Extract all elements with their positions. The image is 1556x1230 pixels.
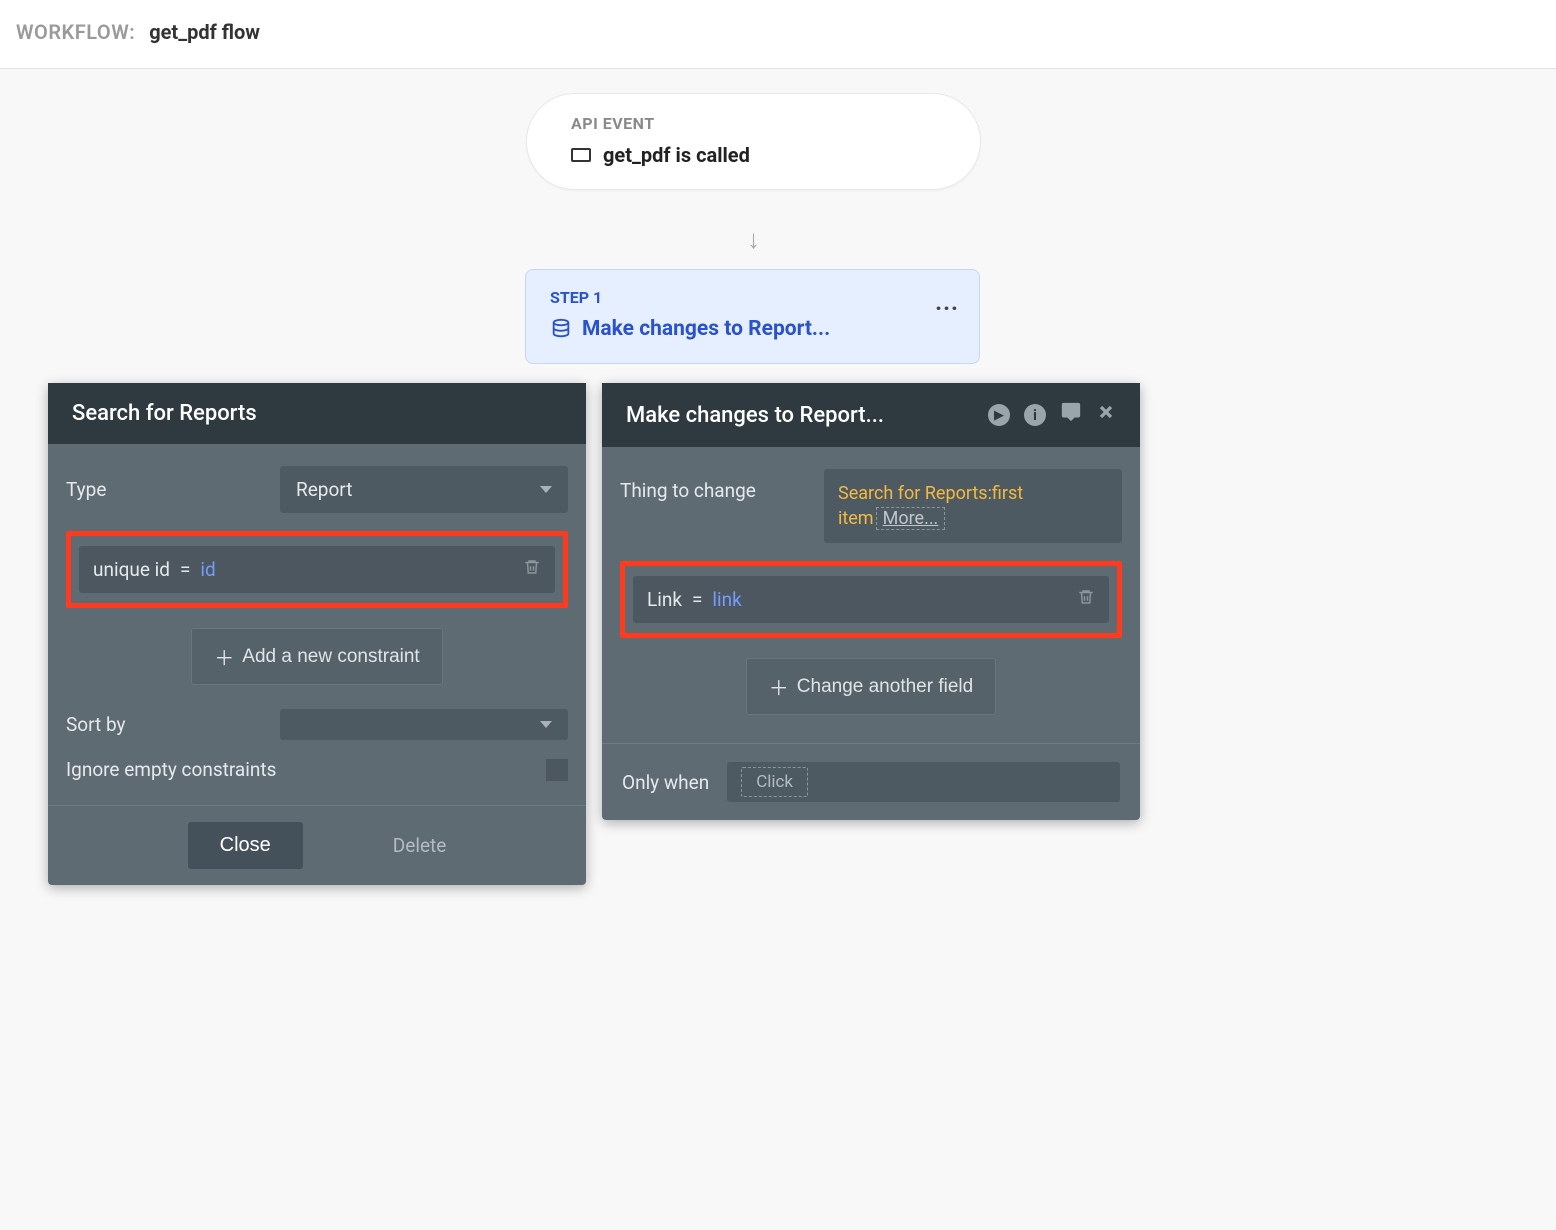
click-chip[interactable]: Click <box>741 767 808 797</box>
make-changes-panel: Make changes to Report... ▶ i Thing to c… <box>602 383 1140 820</box>
close-icon[interactable] <box>1096 402 1116 428</box>
field-row[interactable]: Link = link <box>633 576 1109 623</box>
constraint-row[interactable]: unique id = id <box>79 546 555 593</box>
step-menu-button[interactable]: ... <box>935 288 959 316</box>
ignore-empty-checkbox[interactable] <box>546 759 568 781</box>
add-constraint-button[interactable]: ＋ Add a new constraint <box>191 628 442 685</box>
delete-button[interactable]: Delete <box>393 834 447 857</box>
constraint-operator: = <box>180 558 190 581</box>
ignore-empty-label: Ignore empty constraints <box>66 758 276 781</box>
workflow-title[interactable]: get_pdf flow <box>149 20 260 44</box>
database-icon <box>550 318 572 340</box>
api-icon <box>571 148 591 162</box>
panel-title: Make changes to Report... <box>626 403 884 428</box>
type-value: Report <box>296 478 352 501</box>
change-another-label: Change another field <box>797 676 973 698</box>
arrow-down-icon: ↓ <box>747 224 760 255</box>
only-when-input[interactable]: Click <box>727 762 1120 802</box>
sort-by-label: Sort by <box>66 713 266 736</box>
api-event-node[interactable]: API EVENT get_pdf is called <box>526 93 981 190</box>
step-title: Make changes to Report... <box>582 317 830 341</box>
more-chip[interactable]: More... <box>876 507 946 530</box>
field-key: Link <box>647 588 682 611</box>
panel-title: Search for Reports <box>72 401 257 426</box>
search-reports-panel: Search for Reports Type Report unique id… <box>48 383 586 885</box>
type-select[interactable]: Report <box>280 466 568 513</box>
thing-to-change-value[interactable]: Search for Reports:first itemMore... <box>824 469 1122 543</box>
close-button[interactable]: Close <box>188 822 303 869</box>
only-when-row: Only when Click <box>602 743 1140 820</box>
trash-icon[interactable] <box>523 557 541 582</box>
trash-icon[interactable] <box>1077 587 1095 612</box>
step-number-label: STEP 1 <box>550 288 955 307</box>
field-highlight: Link = link <box>620 561 1122 638</box>
info-icon[interactable]: i <box>1024 404 1046 426</box>
step-1-node[interactable]: STEP 1 Make changes to Report... ... <box>525 269 980 364</box>
comment-icon[interactable] <box>1060 401 1082 429</box>
field-operator: = <box>692 588 702 611</box>
plus-icon: ＋ <box>769 672 789 701</box>
panel-header: Make changes to Report... ▶ i <box>602 383 1140 447</box>
play-icon[interactable]: ▶ <box>988 404 1010 426</box>
plus-icon: ＋ <box>214 642 234 671</box>
event-text: get_pdf is called <box>603 143 750 167</box>
add-constraint-label: Add a new constraint <box>242 646 419 668</box>
sort-by-select[interactable] <box>280 709 568 740</box>
constraint-value: id <box>200 558 215 581</box>
event-type-label: API EVENT <box>571 114 936 133</box>
change-another-field-button[interactable]: ＋ Change another field <box>746 658 996 715</box>
thing-to-change-label: Thing to change <box>620 469 810 502</box>
only-when-label: Only when <box>622 771 709 794</box>
caret-down-icon <box>540 486 552 493</box>
constraint-key: unique id <box>93 558 170 581</box>
workflow-label: WORKFLOW: <box>16 20 135 44</box>
workflow-canvas: API EVENT get_pdf is called ↓ STEP 1 Mak… <box>0 69 1556 1227</box>
type-label: Type <box>66 478 266 501</box>
workflow-header: WORKFLOW: get_pdf flow <box>0 0 1556 69</box>
field-value: link <box>712 588 741 611</box>
panel-header: Search for Reports <box>48 383 586 444</box>
caret-down-icon <box>540 721 552 728</box>
constraint-highlight: unique id = id <box>66 531 568 608</box>
